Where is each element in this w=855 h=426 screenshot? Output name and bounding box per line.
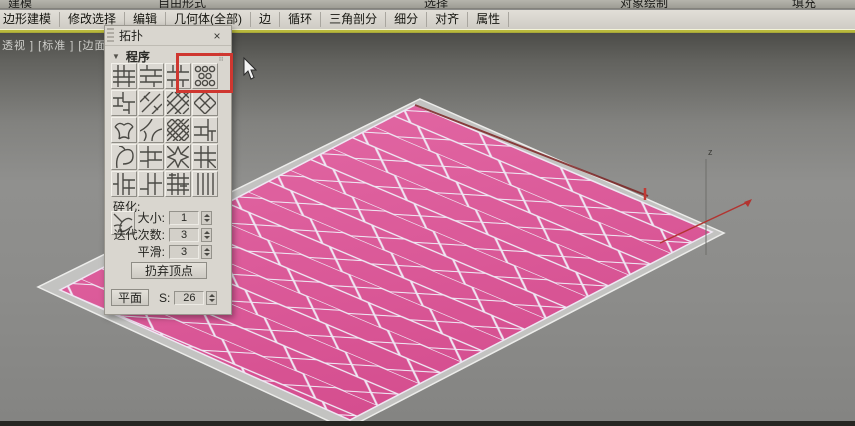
- topology-panel-header[interactable]: 拓扑 ×: [105, 26, 231, 46]
- s-label: S:: [159, 290, 171, 305]
- toolbar-item-loop[interactable]: 循环: [280, 12, 322, 27]
- ribbon-tab-freeform[interactable]: 自由形式: [158, 0, 206, 8]
- pattern-button-organic-split[interactable]: [138, 117, 164, 143]
- pattern-button-diagonal-split[interactable]: [138, 90, 164, 116]
- s-value-input[interactable]: 26: [174, 290, 205, 305]
- toolbar-item-polymodeling[interactable]: 边形建模: [0, 12, 61, 27]
- pattern-button-grid-merge[interactable]: [111, 63, 137, 89]
- highlight-rectangle: [176, 53, 233, 93]
- iterations-spinner[interactable]: [201, 227, 212, 242]
- smooth-value-input[interactable]: 3: [169, 244, 199, 259]
- pattern-button-crosshatch[interactable]: [165, 90, 191, 116]
- size-spinner[interactable]: [201, 210, 212, 225]
- pattern-button-diamond-lattice[interactable]: [192, 90, 218, 116]
- panel-title: 拓扑: [119, 29, 144, 43]
- size-field-row: 大小: 1: [133, 210, 229, 225]
- toolbar-item-edge[interactable]: 边: [251, 12, 281, 27]
- iterations-value-input[interactable]: 3: [169, 227, 199, 242]
- pattern-button-curved-cells[interactable]: [111, 144, 137, 170]
- smooth-spinner[interactable]: [201, 244, 212, 259]
- smooth-label: 平滑:: [137, 245, 165, 259]
- pattern-button-dense-diamonds[interactable]: [165, 117, 191, 143]
- z-axis-label: z: [708, 147, 713, 157]
- mouse-cursor-icon: [243, 57, 258, 80]
- panel-grip-icon[interactable]: [107, 27, 114, 44]
- x-axis-arrowhead: [744, 199, 752, 207]
- toolbar-item-align[interactable]: 对齐: [427, 12, 469, 27]
- rollout-arrow-icon[interactable]: ▼: [112, 52, 120, 61]
- pattern-button-bricks[interactable]: [138, 63, 164, 89]
- pattern-button-stripes-blocks[interactable]: [111, 171, 137, 197]
- ribbon-tab-row: 建模 自由形式 选择 对象绘制 填充: [0, 0, 855, 9]
- plane-button[interactable]: 平面: [111, 289, 149, 306]
- plane-row: 平面 S: 26: [111, 289, 229, 306]
- size-label: 大小:: [137, 211, 165, 225]
- application-window: 建模 自由形式 选择 对象绘制 填充 边形建模 修改选择 编辑 几何体(全部) …: [0, 0, 855, 426]
- pattern-button-fine-grid[interactable]: [165, 171, 191, 197]
- pattern-button-l-blocks[interactable]: [138, 171, 164, 197]
- toolbar-item-triangulate[interactable]: 三角剖分: [321, 12, 387, 27]
- pattern-button-block-inset[interactable]: [192, 117, 218, 143]
- s-spinner[interactable]: [206, 290, 218, 305]
- ribbon-tab-selection[interactable]: 选择: [424, 0, 448, 8]
- ribbon-tab-modeling[interactable]: 建模: [8, 0, 32, 8]
- smooth-field-row: 平滑: 3: [111, 244, 229, 259]
- pattern-button-mixed-grid[interactable]: [138, 144, 164, 170]
- pattern-button-organic-pebbles[interactable]: [111, 117, 137, 143]
- ribbon-tab-objectpaint[interactable]: 对象绘制: [620, 0, 668, 8]
- discard-vertices-button[interactable]: 扔弃顶点: [131, 262, 207, 279]
- ribbon-tab-populate[interactable]: 填充: [792, 0, 816, 8]
- close-icon[interactable]: ×: [209, 29, 225, 43]
- size-value-input[interactable]: 1: [169, 210, 199, 225]
- pattern-button-vertical-stripes[interactable]: [192, 171, 218, 197]
- toolbar-item-properties[interactable]: 属性: [468, 12, 510, 27]
- toolbar-item-subdivide[interactable]: 细分: [386, 12, 428, 27]
- pattern-button-star-diamond[interactable]: [165, 144, 191, 170]
- pattern-button-offset-blocks[interactable]: [111, 90, 137, 116]
- iterations-label: 迭代次数:: [113, 228, 165, 242]
- pattern-button-grid-diagonal[interactable]: [192, 144, 218, 170]
- iterations-field-row: 迭代次数: 3: [111, 227, 229, 242]
- bottom-ui-strip: [0, 421, 855, 426]
